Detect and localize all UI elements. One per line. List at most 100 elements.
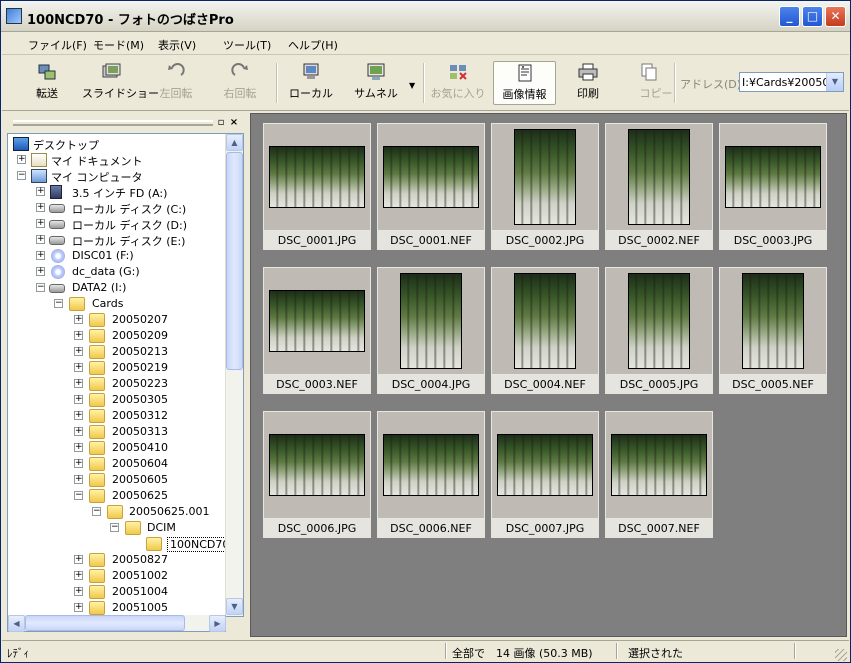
thumbnail-item[interactable]: DSC_0001.JPG	[263, 123, 371, 251]
rotate-right-button[interactable]: 右回転	[210, 61, 270, 105]
close-button[interactable]: ✕	[825, 6, 846, 27]
expand-icon[interactable]: +	[36, 267, 45, 276]
expand-icon[interactable]: +	[36, 219, 45, 228]
thumbnail-frame	[719, 123, 827, 231]
expand-icon[interactable]: +	[74, 331, 83, 340]
scroll-up-icon[interactable]: ▲	[226, 134, 243, 151]
tree-label: ローカル ディスク (C:)	[72, 203, 187, 216]
maximize-button[interactable]: □	[802, 6, 823, 27]
expand-icon[interactable]: +	[74, 315, 83, 324]
address-field[interactable]: I:¥Cards¥200506 ▼	[739, 72, 844, 92]
image-info-button[interactable]: 画像情報	[493, 61, 556, 105]
collapse-icon[interactable]: −	[17, 171, 26, 180]
collapse-icon[interactable]: −	[54, 299, 63, 308]
favorite-label: お気に入り	[430, 87, 486, 100]
expand-icon[interactable]: +	[36, 203, 45, 212]
slideshow-button[interactable]: スライドショー	[82, 61, 159, 105]
collapse-icon[interactable]: −	[92, 507, 101, 516]
thumbnail-item[interactable]: DSC_0002.NEF	[605, 123, 713, 251]
expand-icon[interactable]: +	[74, 555, 83, 564]
tree-label: 20050223	[112, 377, 168, 390]
toolbar-separator	[276, 63, 278, 103]
thumbnail-item[interactable]: DSC_0004.JPG	[377, 267, 485, 395]
menu-tools[interactable]: ツール(T)	[223, 37, 271, 53]
folder-tree[interactable]: デスクトップ + マイ ドキュメント − マイ コンピュータ + 3.5 インチ…	[7, 133, 244, 617]
scroll-thumb[interactable]	[226, 152, 243, 370]
tree-label: DCIM	[147, 521, 176, 534]
tree-vertical-scrollbar[interactable]: ▲ ▼	[225, 134, 243, 616]
rotate-right-label: 右回転	[223, 87, 257, 100]
thumbnail-item[interactable]: DSC_0007.JPG	[491, 411, 599, 539]
thumbnail-item[interactable]: DSC_0001.NEF	[377, 123, 485, 251]
address-value: I:¥Cards¥200506	[742, 76, 826, 89]
thumbnail-item[interactable]: DSC_0003.NEF	[263, 267, 371, 395]
collapse-icon[interactable]: −	[74, 491, 83, 500]
expand-icon[interactable]: +	[74, 347, 83, 356]
address-dropdown-icon[interactable]: ▼	[826, 73, 843, 91]
status-divider	[445, 643, 447, 659]
local-button[interactable]: ローカル	[281, 61, 341, 105]
expand-icon[interactable]: +	[74, 459, 83, 468]
slideshow-icon	[102, 63, 121, 78]
thumbnail-item[interactable]: DSC_0006.JPG	[263, 411, 371, 539]
expand-icon[interactable]: +	[36, 235, 45, 244]
disk-drive-icon	[49, 220, 65, 229]
rotate-left-button[interactable]: 左回転	[146, 61, 206, 105]
favorite-button[interactable]: お気に入り	[428, 61, 488, 105]
thumbnail-button[interactable]: サムネル	[346, 61, 406, 105]
minimize-button[interactable]: _	[779, 6, 800, 27]
expand-icon[interactable]: +	[74, 603, 83, 612]
photo-texture	[629, 274, 689, 368]
collapse-icon[interactable]: −	[110, 523, 119, 532]
menu-file[interactable]: ファイル(F)	[28, 37, 87, 53]
expand-icon[interactable]: +	[74, 427, 83, 436]
photo-texture	[515, 130, 575, 224]
thumbnail-item[interactable]: DSC_0007.NEF	[605, 411, 713, 539]
scroll-thumb[interactable]	[25, 615, 185, 631]
resize-grip[interactable]	[835, 649, 847, 661]
thumbnail-filename: DSC_0004.JPG	[377, 375, 485, 394]
menu-view[interactable]: 表示(V)	[158, 37, 196, 53]
tree-horizontal-scrollbar[interactable]: ◀ ▶	[7, 615, 226, 632]
expand-icon[interactable]: +	[74, 443, 83, 452]
expand-icon[interactable]: +	[74, 411, 83, 420]
thumbnail-filename: DSC_0005.NEF	[719, 375, 827, 394]
thumbnail-frame	[377, 267, 485, 375]
app-icon[interactable]	[6, 8, 22, 24]
expand-icon[interactable]: +	[36, 187, 45, 196]
thumbnail-view[interactable]: DSC_0001.JPG DSC_0001.NEF DSC_0002.JPG DSC_…	[250, 113, 847, 637]
thumbnail-item[interactable]: DSC_0006.NEF	[377, 411, 485, 539]
thumbnail-item[interactable]: DSC_0005.JPG	[605, 267, 713, 395]
scroll-right-icon[interactable]: ▶	[209, 615, 226, 632]
thumbnail-item[interactable]: DSC_0002.JPG	[491, 123, 599, 251]
expand-icon[interactable]: +	[74, 395, 83, 404]
menu-mode[interactable]: モード(M)	[93, 37, 144, 53]
thumbnail-dropdown-icon[interactable]: ▼	[409, 81, 415, 90]
disk-drive-icon	[49, 204, 65, 213]
expand-icon[interactable]: +	[74, 363, 83, 372]
expand-icon[interactable]: +	[36, 251, 45, 260]
tree-label: 20050209	[112, 329, 168, 342]
menu-help[interactable]: ヘルプ(H)	[288, 37, 338, 53]
thumbnail-item[interactable]: DSC_0005.NEF	[719, 267, 827, 395]
expand-icon[interactable]: +	[17, 155, 26, 164]
title-bar[interactable]: 100NCD70 - フォトのつばさPro _ □ ✕	[1, 1, 850, 32]
expand-icon[interactable]: +	[74, 587, 83, 596]
panel-restore-icon[interactable]: ▫	[215, 117, 227, 129]
transfer-button[interactable]: 転送	[17, 61, 77, 105]
copy-button[interactable]: コピー	[623, 61, 675, 105]
thumbnail-item[interactable]: DSC_0003.JPG	[719, 123, 827, 251]
expand-icon[interactable]: +	[74, 475, 83, 484]
thumbnail-frame	[491, 411, 599, 519]
expand-icon[interactable]: +	[74, 379, 83, 388]
panel-close-icon[interactable]: ×	[228, 117, 240, 129]
expand-icon[interactable]: +	[74, 571, 83, 580]
scroll-down-icon[interactable]: ▼	[226, 598, 243, 615]
thumbnail-item[interactable]: DSC_0004.NEF	[491, 267, 599, 395]
photo-thumbnail	[514, 129, 576, 225]
panel-grip[interactable]	[13, 120, 213, 126]
scroll-left-icon[interactable]: ◀	[8, 615, 25, 632]
cd-icon	[51, 249, 65, 263]
collapse-icon[interactable]: −	[36, 283, 45, 292]
print-button[interactable]: 印刷	[558, 61, 618, 105]
